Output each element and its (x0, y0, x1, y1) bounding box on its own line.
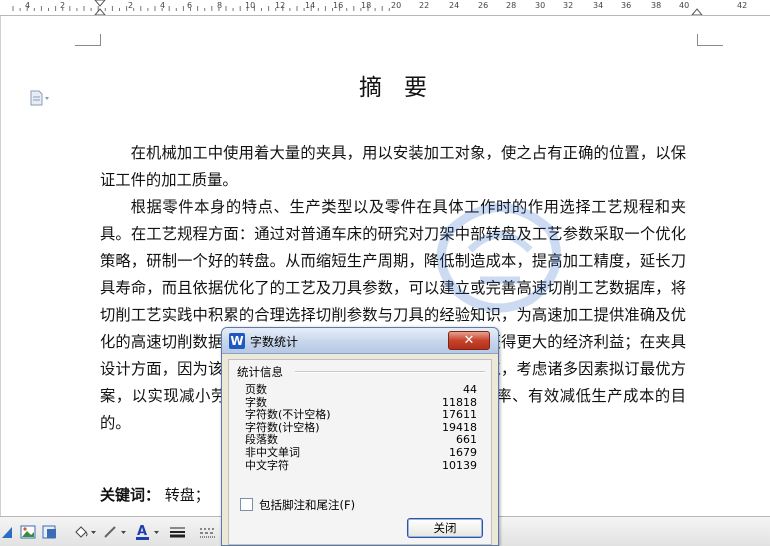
stat-row-chars-no-spaces: 字符数(不计空格) 17611 (245, 409, 477, 422)
ruler-number: 2 (60, 1, 66, 10)
ruler-number: 42 (737, 1, 748, 10)
stat-row-pages: 页数 44 (245, 383, 477, 397)
ruler-number: 4 (160, 1, 166, 10)
right-indent-marker[interactable] (691, 0, 703, 16)
dialog-close-icon[interactable]: ✕ (448, 331, 490, 350)
include-footnotes-checkbox[interactable] (240, 498, 253, 511)
stat-row-non-chinese-words: 非中文单词 1679 (245, 445, 477, 460)
keywords-value: 转盘； (164, 486, 210, 504)
app-logo-icon: W (229, 333, 245, 349)
stat-row-chars-with-spaces: 字符数(计空格) 19418 (245, 421, 477, 435)
svg-text:A: A (137, 524, 147, 539)
horizontal-ruler[interactable]: 4 2 2 4 6 8 10 12 14 16 18 20 22 24 26 28 30 32 34 36 38 40 42 (0, 0, 770, 16)
ruler-number: 40 (679, 1, 690, 10)
ruler-number: 2 (128, 1, 134, 10)
keywords-line: 关键词： 转盘； (100, 484, 210, 505)
stat-value: 17611 (442, 408, 477, 422)
include-footnotes-label[interactable]: 包括脚注和尾注(F) (259, 497, 355, 513)
ruler-number: 30 (535, 1, 546, 10)
insert-picture-icon[interactable] (20, 523, 36, 541)
line-color-icon[interactable] (102, 523, 128, 541)
stat-value: 44 (463, 383, 477, 396)
ruler-number: 8 (217, 1, 223, 10)
ruler-number: 10 (245, 1, 256, 10)
stat-label: 中文字符 (245, 458, 289, 472)
line-style-icon[interactable] (168, 523, 188, 541)
stat-row-chinese-chars: 中文字符 10139 (245, 458, 477, 473)
dialog-body: 统计信息 页数 44 字数 11818 字符数(不计空格) 17611 字符数(计空格… (228, 359, 492, 545)
close-button[interactable]: 关闭 (407, 518, 483, 538)
insert-clipart-icon[interactable] (42, 523, 58, 541)
ruler-number: 18 (361, 1, 372, 10)
dialog-titlebar[interactable]: W 字数统计 ✕ (222, 328, 498, 354)
stat-value: 1679 (449, 445, 477, 459)
page-title: 摘要 (359, 75, 449, 101)
document-icon[interactable] (29, 90, 51, 106)
stats-list: 页数 44 字数 11818 字符数(不计空格) 17611 字符数(计空格) 1941… (245, 383, 477, 473)
stats-group-label: 统计信息 (237, 365, 283, 379)
ruler-number: 4 (25, 1, 31, 10)
ruler-number: 14 (305, 1, 316, 10)
group-divider (295, 371, 485, 373)
dash-style-icon[interactable] (198, 523, 218, 541)
ruler-number: 28 (506, 1, 517, 10)
fill-color-icon[interactable] (72, 523, 98, 541)
stat-label: 字符数(不计空格) (245, 408, 331, 422)
stat-label: 非中文单词 (245, 445, 300, 459)
ruler-number: 34 (593, 1, 604, 10)
draw-shape-icon[interactable] (0, 523, 14, 541)
keywords-label: 关键词： (100, 486, 161, 504)
left-indent-marker[interactable] (94, 0, 106, 16)
ruler-number: 38 (651, 1, 662, 10)
ruler-number: 6 (187, 1, 193, 10)
ruler-number: 22 (419, 1, 430, 10)
word-count-dialog: W 字数统计 ✕ 统计信息 页数 44 字数 11818 字符数(不计空格) 1761… (221, 327, 499, 546)
ruler-number: 24 (449, 1, 460, 10)
ruler-number: 12 (275, 1, 286, 10)
dialog-title: 字数统计 (250, 335, 299, 349)
ruler-number: 20 (391, 1, 402, 10)
font-color-icon[interactable]: A (134, 523, 162, 541)
crop-mark-right (697, 34, 723, 46)
crop-mark-left (75, 34, 101, 46)
ruler-number: 32 (563, 1, 574, 10)
ruler-number: 36 (621, 1, 632, 10)
paragraph-1: 在机械加工中使用着大量的夹具，用以安装加工对象，使之占有正确的位置，以保证工件的… (100, 144, 686, 189)
watermark-logo-icon (436, 203, 562, 313)
ruler-number: 26 (478, 1, 489, 10)
ruler-number: 16 (333, 1, 344, 10)
stat-label: 页数 (245, 383, 267, 396)
stat-value: 10139 (442, 458, 477, 472)
